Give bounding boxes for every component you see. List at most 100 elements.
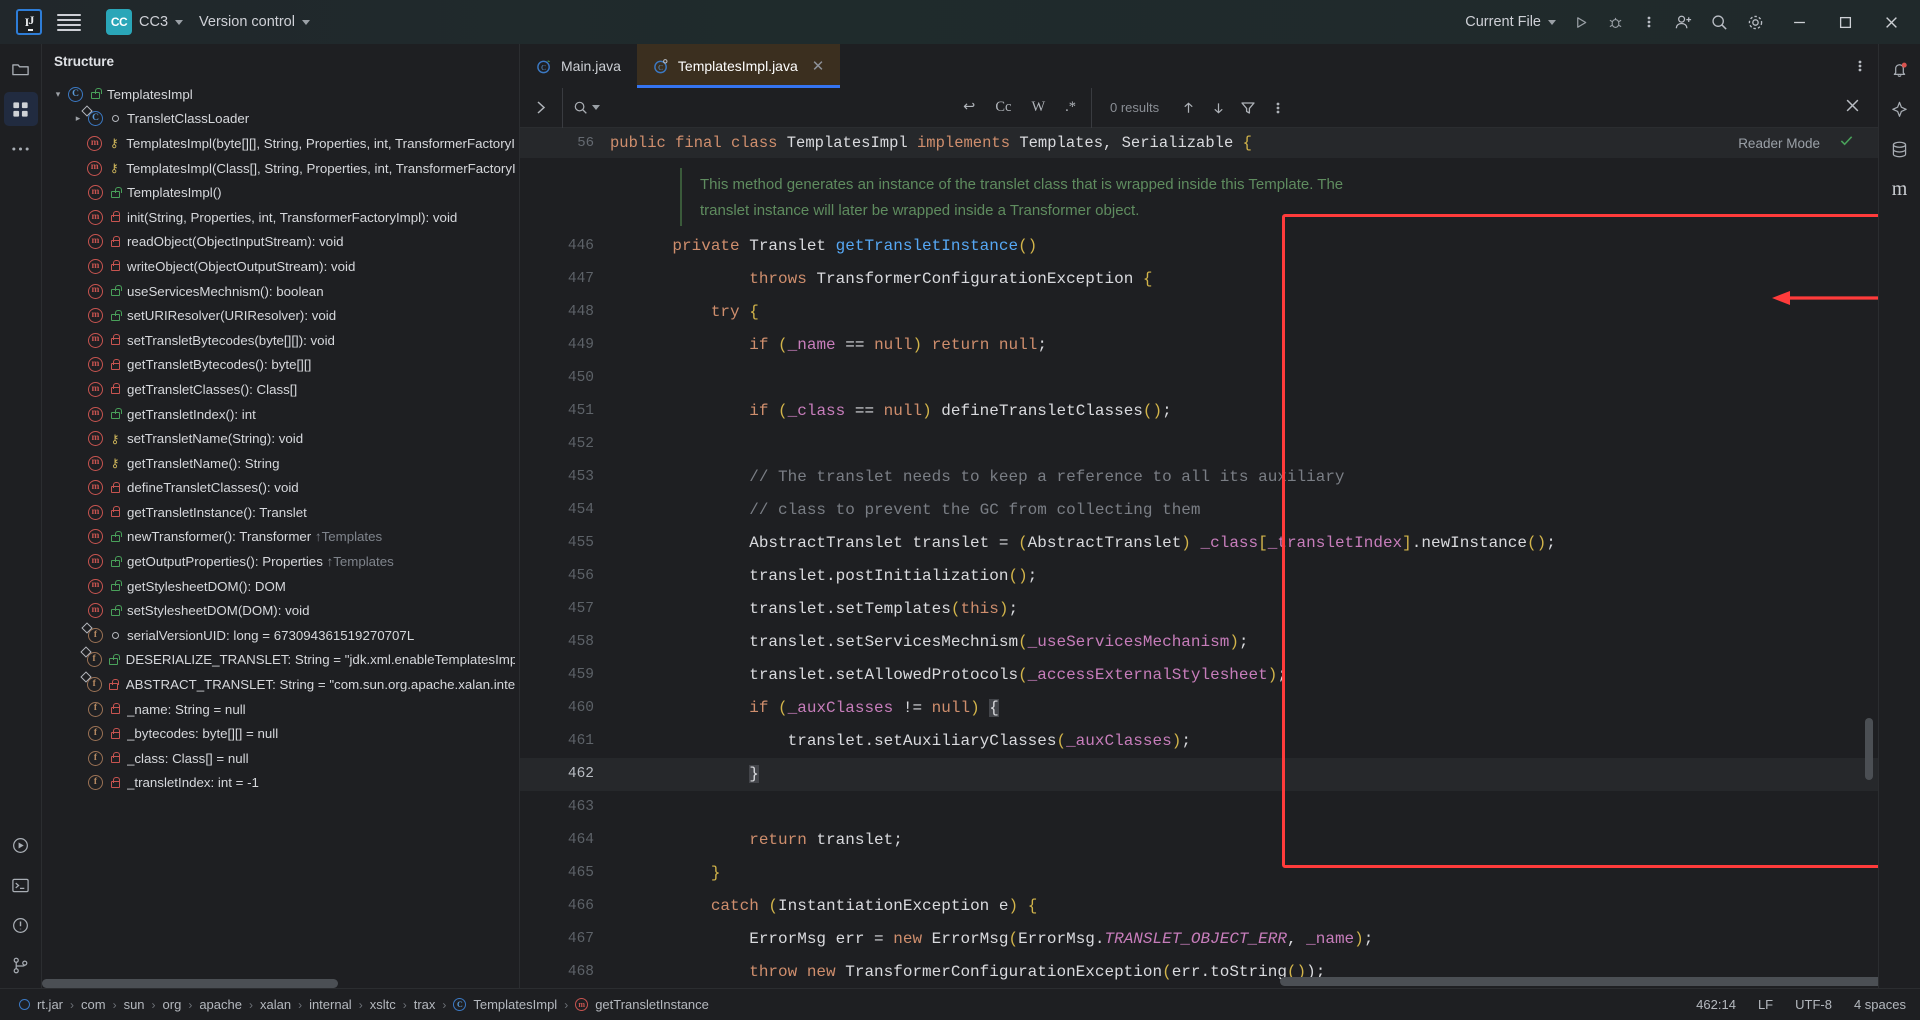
code-line[interactable]: 461 translet.setAuxiliaryClasses(_auxCla… [520, 725, 1878, 758]
close-button[interactable] [1868, 0, 1914, 44]
structure-tree-row[interactable]: m setURIResolver(URIResolver): void [42, 303, 519, 328]
breadcrumb-item[interactable]: trax [409, 995, 441, 1014]
structure-tree-row[interactable]: m setStylesheetDOM(DOM): void [42, 598, 519, 623]
run-tool-window-icon[interactable] [4, 828, 38, 862]
code-line[interactable]: 452 [520, 428, 1878, 461]
more-options-icon[interactable] [1263, 93, 1293, 123]
structure-tree-row[interactable]: m newTransformer(): Transformer ↑Template… [42, 525, 519, 550]
structure-horizontal-scrollbar[interactable] [42, 979, 519, 988]
indent-setting[interactable]: 4 spaces [1854, 997, 1906, 1012]
editor-tab-main[interactable]: C Main.java [520, 44, 637, 88]
line-number[interactable]: 461 [520, 725, 610, 758]
line-number[interactable]: 446 [520, 230, 610, 263]
line-number[interactable]: 460 [520, 692, 610, 725]
line-number[interactable]: 447 [520, 263, 610, 296]
line-number[interactable]: 464 [520, 824, 610, 857]
filter-icon[interactable] [1233, 93, 1263, 123]
line-number[interactable]: 457 [520, 593, 610, 626]
database-icon[interactable] [1883, 132, 1917, 166]
breadcrumb-item[interactable]: xalan [255, 995, 296, 1014]
breadcrumb-item[interactable]: xsltc [365, 995, 401, 1014]
line-number[interactable]: 468 [520, 956, 610, 988]
code-line[interactable]: 456 translet.postInitialization(); [520, 560, 1878, 593]
code-line[interactable]: 453 // The translet needs to keep a refe… [520, 461, 1878, 494]
structure-tree-row[interactable]: f _bytecodes: byte[][] = null [42, 721, 519, 746]
structure-tree-row[interactable]: ▸ C TransletClassLoader [42, 105, 519, 132]
code-line[interactable]: 463 [520, 791, 1878, 824]
code-line[interactable]: 448 try { [520, 296, 1878, 329]
search-dropdown-icon[interactable] [573, 100, 600, 116]
add-user-icon[interactable] [1666, 7, 1700, 37]
close-find-icon[interactable] [1837, 98, 1868, 118]
run-icon[interactable] [1564, 7, 1598, 37]
breadcrumb-item[interactable]: C TemplatesImpl [448, 995, 562, 1014]
code-lines[interactable]: 446 private Translet getTransletInstance… [520, 230, 1878, 988]
editor-horizontal-scrollbar[interactable] [1280, 977, 1878, 986]
structure-icon[interactable] [3, 92, 38, 126]
structure-tree-row[interactable]: m getTransletClasses(): Class[] [42, 377, 519, 402]
breadcrumb-item[interactable]: internal [304, 995, 357, 1014]
line-number[interactable]: 451 [520, 395, 610, 428]
line-number[interactable]: 466 [520, 890, 610, 923]
breadcrumb-item[interactable]: m getTransletInstance [570, 995, 714, 1014]
structure-tree-row[interactable]: m defineTransletClasses(): void [42, 476, 519, 501]
editor-vertical-scrollbar[interactable] [1865, 718, 1873, 780]
project-selector[interactable]: CC CC3 [98, 5, 191, 39]
regex-toggle[interactable]: .* [1060, 97, 1081, 118]
debug-icon[interactable] [1598, 7, 1632, 37]
structure-tree-row[interactable]: m getStylesheetDOM(): DOM [42, 574, 519, 599]
regex-newline-toggle[interactable]: ↩ [958, 97, 980, 118]
breadcrumb-item[interactable]: apache [194, 995, 247, 1014]
code-line[interactable]: 450 [520, 362, 1878, 395]
line-number[interactable]: 465 [520, 857, 610, 890]
version-control-widget[interactable]: Version control [191, 10, 318, 34]
reader-mode-label[interactable]: Reader Mode [1738, 136, 1820, 151]
version-control-icon[interactable] [4, 948, 38, 982]
code-line[interactable]: 446 private Translet getTransletInstance… [520, 230, 1878, 263]
file-encoding[interactable]: UTF-8 [1795, 997, 1832, 1012]
structure-tree-row[interactable]: m TemplatesImpl() [42, 180, 519, 205]
line-number[interactable]: 448 [520, 296, 610, 329]
code-line[interactable]: 455 AbstractTranslet translet = (Abstrac… [520, 527, 1878, 560]
line-separator[interactable]: LF [1758, 997, 1773, 1012]
editor-tab-templatesimpl[interactable]: C TemplatesImpl.java ✕ [636, 44, 841, 88]
structure-tree-row[interactable]: m readObject(ObjectInputStream): void [42, 230, 519, 255]
more-tool-windows-icon[interactable] [4, 132, 38, 166]
chevron-down-icon[interactable]: ▾ [50, 89, 66, 100]
code-line[interactable]: 462 } [520, 758, 1878, 791]
run-configuration-selector[interactable]: Current File [1457, 10, 1564, 34]
structure-tree-row[interactable]: f _class: Class[] = null [42, 746, 519, 771]
notifications-bell-icon[interactable] [1883, 52, 1917, 86]
line-number[interactable]: 458 [520, 626, 610, 659]
structure-tree-row[interactable]: f DESERIALIZE_TRANSLET: String = "jdk.xml… [42, 646, 519, 673]
structure-tree-row[interactable]: m writeObject(ObjectOutputStream): void [42, 254, 519, 279]
find-input-container[interactable]: ↩ Cc W .* [562, 87, 1092, 128]
code-line[interactable]: 458 translet.setServicesMechnism(_useSer… [520, 626, 1878, 659]
structure-tree-row[interactable]: m getTransletBytecodes(): byte[][] [42, 353, 519, 378]
chevron-right-icon[interactable] [520, 100, 562, 115]
structure-tree-row[interactable]: f _name: String = null [42, 697, 519, 722]
structure-tree-row[interactable]: m ⚷ setTransletName(String): void [42, 426, 519, 451]
code-line[interactable]: 449 if (_name == null) return null; [520, 329, 1878, 362]
line-number[interactable]: 456 [520, 560, 610, 593]
problems-icon[interactable] [4, 908, 38, 942]
structure-tree-row[interactable]: m getTransletIndex(): int [42, 402, 519, 427]
terminal-icon[interactable] [4, 868, 38, 902]
breadcrumb-item[interactable]: com [76, 995, 111, 1014]
line-number[interactable]: 462 [520, 758, 610, 791]
breadcrumb-item[interactable]: sun [119, 995, 150, 1014]
breadcrumb-item[interactable]: rt.jar [14, 995, 68, 1014]
line-number[interactable]: 463 [520, 791, 610, 824]
code-line[interactable]: 464 return translet; [520, 824, 1878, 857]
structure-tree-row[interactable]: m setTransletBytecodes(byte[][]): void [42, 328, 519, 353]
minimize-button[interactable] [1776, 0, 1822, 44]
structure-tree-row[interactable]: m ⚷ getTransletName(): String [42, 451, 519, 476]
words-toggle[interactable]: W [1026, 97, 1050, 118]
close-tab-icon[interactable]: ✕ [812, 57, 825, 75]
checkmark-icon[interactable] [1839, 133, 1854, 153]
line-number[interactable]: 450 [520, 362, 610, 395]
line-number[interactable]: 452 [520, 428, 610, 461]
line-number[interactable]: 449 [520, 329, 610, 362]
structure-tree-row[interactable]: m init(String, Properties, int, Transform… [42, 205, 519, 230]
structure-tree-row[interactable]: m getTransletInstance(): Translet [42, 500, 519, 525]
